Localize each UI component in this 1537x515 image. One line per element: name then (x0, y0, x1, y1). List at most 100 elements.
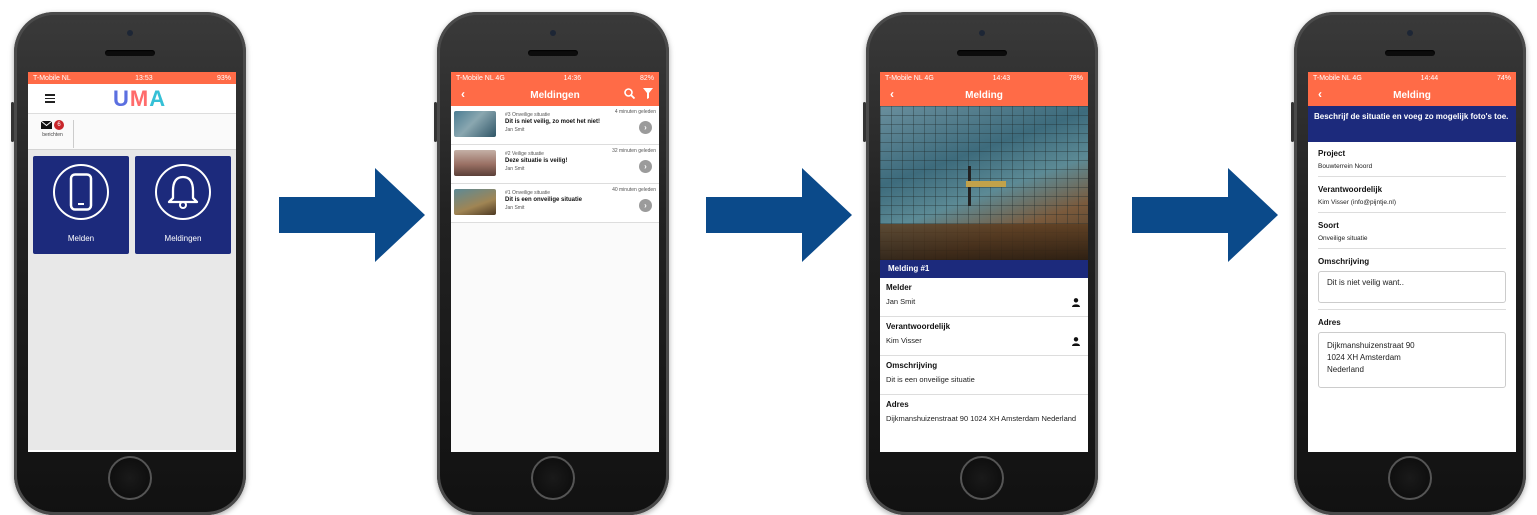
meldingen-list: 4 minuten geleden #3 Onveilige situatie … (451, 106, 659, 223)
messages-button[interactable]: 6 berichten (32, 120, 74, 148)
field-verantwoordelijk[interactable]: Verantwoordelijk Kim Visser (info@pijntj… (1318, 185, 1506, 213)
status-time: 14:43 (992, 74, 1011, 82)
flow-arrow-2 (706, 168, 852, 262)
search-icon[interactable] (624, 88, 635, 99)
flow-arrow-1 (279, 168, 425, 262)
adres-line-1: Dijkmanshuizenstraat 90 (1327, 341, 1415, 350)
list-item[interactable]: 40 minuten geleden #1 Onveilige situatie… (451, 184, 659, 223)
adres-textarea[interactable]: Dijkmanshuizenstraat 90 1024 XH Amsterda… (1318, 332, 1506, 388)
list-item[interactable]: 32 minuten geleden #2 Veilige situatie D… (451, 145, 659, 184)
hamburger-menu-icon[interactable] (45, 94, 55, 105)
chevron-right-icon[interactable]: › (639, 199, 652, 212)
field-label: Project (1318, 149, 1346, 158)
field-value: Jan Smit (886, 297, 916, 306)
field-value: Dit is een onveilige situatie (886, 375, 975, 384)
status-carrier: T-Mobile NL 4G (1313, 74, 1362, 82)
status-bar: T-Mobile NL 13:53 93% (28, 72, 236, 84)
status-time: 14:44 (1420, 74, 1439, 82)
messages-label: berichten (42, 132, 63, 138)
speaker-grille (957, 50, 1007, 56)
field-project[interactable]: Project Bouwterrein Noord (1318, 149, 1506, 177)
chevron-right-icon[interactable]: › (639, 121, 652, 134)
field-label: Adres (886, 400, 909, 409)
list-item[interactable]: 4 minuten geleden #3 Onveilige situatie … (451, 106, 659, 145)
flow-arrow-3 (1132, 168, 1278, 262)
home-button[interactable] (531, 456, 575, 500)
back-chevron-icon[interactable]: ‹ (461, 87, 465, 101)
tile-meldingen-label: Meldingen (164, 234, 202, 243)
home-button[interactable] (1388, 456, 1432, 500)
item-time: 40 minuten geleden (612, 187, 656, 193)
smartphone-icon (69, 173, 93, 211)
field-melder: Melder Jan Smit (880, 278, 1088, 317)
chevron-right-icon[interactable]: › (639, 160, 652, 173)
tile-meldingen[interactable]: Meldingen (135, 156, 231, 254)
tile-melden[interactable]: Melden (33, 156, 129, 254)
person-icon[interactable] (1072, 298, 1080, 307)
screen-meldingen-list: T-Mobile NL 4G 14:36 82% ‹ Meldingen 4 m… (451, 72, 659, 452)
phone-1: T-Mobile NL 13:53 93% UMA 6 berichten Me… (11, 12, 246, 515)
field-omschrijving: Omschrijving Dit is een onveilige situat… (880, 356, 1088, 395)
adres-line-2: 1024 XH Amsterdam (1327, 353, 1401, 362)
item-name: Jan Smit (505, 166, 525, 172)
back-chevron-icon[interactable]: ‹ (890, 87, 894, 101)
back-chevron-icon[interactable]: ‹ (1318, 87, 1322, 101)
app-header: UMA (28, 84, 236, 114)
melding-form: Project Bouwterrein Noord Verantwoordeli… (1308, 142, 1516, 388)
item-name: Jan Smit (505, 205, 525, 211)
item-type: #2 Veilige situatie (505, 151, 544, 157)
status-bar: T-Mobile NL 4G 14:43 78% (880, 72, 1088, 84)
filter-icon[interactable] (643, 88, 653, 99)
front-camera (1407, 30, 1413, 36)
uma-logo: UMA (113, 86, 167, 111)
home-tiles: Melden Meldingen (28, 150, 236, 450)
field-label: Verantwoordelijk (886, 322, 951, 331)
field-label: Omschrijving (886, 361, 938, 370)
field-value: Bouwterrein Noord (1318, 163, 1373, 170)
phone-2: T-Mobile NL 4G 14:36 82% ‹ Meldingen 4 m… (434, 12, 669, 515)
status-battery: 82% (639, 74, 654, 82)
person-icon[interactable] (1072, 337, 1080, 346)
speaker-grille (105, 50, 155, 56)
phone-3: T-Mobile NL 4G 14:43 78% ‹ Melding Meldi… (863, 12, 1098, 515)
field-verantwoordelijk: Verantwoordelijk Kim Visser (880, 317, 1088, 356)
field-soort[interactable]: Soort Onveilige situatie (1318, 221, 1506, 249)
status-bar: T-Mobile NL 4G 14:36 82% (451, 72, 659, 84)
item-time: 4 minuten geleden (614, 109, 656, 115)
status-carrier: T-Mobile NL 4G (885, 74, 934, 82)
status-battery: 93% (216, 74, 231, 82)
construction-site-photo[interactable] (880, 106, 1088, 260)
page-title: Meldingen (530, 89, 580, 101)
thumbnail-photo (454, 189, 496, 215)
field-label: Omschrijving (1318, 257, 1370, 266)
field-label: Adres (1318, 318, 1341, 327)
flow-stage: T-Mobile NL 13:53 93% UMA 6 berichten Me… (0, 0, 1537, 515)
front-camera (550, 30, 556, 36)
page-title: Melding (965, 89, 1003, 101)
nav-bar: ‹ Meldingen (451, 84, 659, 106)
field-value: Onveilige situatie (1318, 235, 1368, 242)
front-camera (979, 30, 985, 36)
speaker-grille (528, 50, 578, 56)
thumbnail-photo (454, 150, 496, 176)
thumbnail-photo (454, 111, 496, 137)
home-button[interactable] (108, 456, 152, 500)
instruction-banner: Beschrijf de situatie en voeg zo mogelij… (1308, 106, 1516, 142)
item-name: Jan Smit (505, 127, 525, 133)
tile-melden-label: Melden (67, 234, 95, 243)
nav-bar: ‹ Melding (880, 84, 1088, 106)
nav-bar: ‹ Melding (1308, 84, 1516, 106)
field-label: Verantwoordelijk (1318, 185, 1383, 194)
status-carrier: T-Mobile NL (33, 74, 71, 82)
home-button[interactable] (960, 456, 1004, 500)
item-type: #3 Onveilige situatie (505, 112, 551, 118)
field-adres: Adres Dijkmanshuizenstraat 90 1024 XH Am… (1318, 318, 1506, 388)
messages-count-badge: 6 (54, 120, 64, 130)
speaker-grille (1385, 50, 1435, 56)
screen-melding-detail: T-Mobile NL 4G 14:43 78% ‹ Melding Meldi… (880, 72, 1088, 452)
field-omschrijving: Omschrijving Dit is niet veilig want.. (1318, 257, 1506, 310)
field-label: Melder (886, 283, 912, 292)
omschrijving-input[interactable]: Dit is niet veilig want.. (1318, 271, 1506, 303)
status-bar: T-Mobile NL 4G 14:44 74% (1308, 72, 1516, 84)
item-time: 32 minuten geleden (612, 148, 656, 154)
